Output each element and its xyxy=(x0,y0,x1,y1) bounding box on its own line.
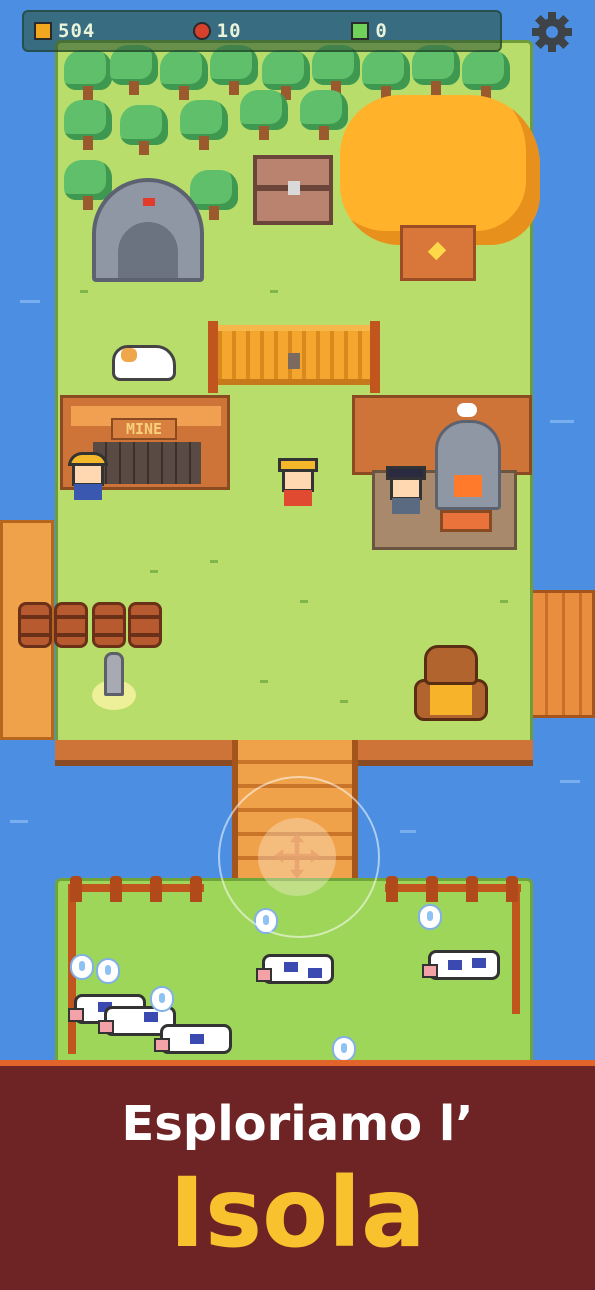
stone-mine-entrance[interactable] xyxy=(92,178,204,282)
tree xyxy=(240,90,288,142)
banner-subtitle: Esploriamo l’ xyxy=(121,1096,474,1152)
apple-value: 10 xyxy=(216,20,242,42)
gold-coin-icon xyxy=(34,22,52,40)
fire-icon xyxy=(454,475,482,497)
golden-tree[interactable] xyxy=(340,95,540,245)
milk-bubble-icon[interactable] xyxy=(70,954,94,980)
cat[interactable] xyxy=(112,345,176,381)
milk-bubble-icon[interactable] xyxy=(96,958,120,984)
lock-icon xyxy=(288,181,300,195)
red-gem-icon xyxy=(143,198,155,206)
tree xyxy=(300,90,348,142)
milk-bubble-icon[interactable] xyxy=(150,986,174,1012)
pickaxe-icon xyxy=(118,222,178,278)
gold-counter: 504 xyxy=(24,20,183,42)
tree xyxy=(180,100,228,152)
gem-counter: 0 xyxy=(341,20,500,42)
tree xyxy=(120,105,168,157)
tree xyxy=(412,45,460,97)
banner-title: Isola xyxy=(169,1157,426,1269)
bear-merchant[interactable] xyxy=(410,645,492,723)
blacksmith-npc[interactable] xyxy=(384,466,428,516)
gem-value: 0 xyxy=(375,20,388,42)
tree xyxy=(64,100,112,152)
barrel[interactable] xyxy=(128,602,162,648)
tree xyxy=(160,50,208,102)
miner-npc[interactable] xyxy=(66,452,110,502)
barrel[interactable] xyxy=(18,602,52,648)
anvil[interactable] xyxy=(440,510,492,532)
tree xyxy=(110,45,158,97)
cow[interactable] xyxy=(154,1018,232,1060)
key-icon xyxy=(104,652,124,696)
mine-sign: MINE xyxy=(111,418,177,440)
gold-value: 504 xyxy=(58,20,96,42)
apple-counter: 10 xyxy=(183,20,342,42)
furnace[interactable] xyxy=(435,420,501,510)
barrel[interactable] xyxy=(54,602,88,648)
resource-bar: 504 10 0 xyxy=(22,10,502,52)
hero-player[interactable] xyxy=(276,458,320,508)
key-pickup[interactable] xyxy=(92,652,136,712)
cow[interactable] xyxy=(422,944,500,986)
gear-icon[interactable] xyxy=(530,10,574,54)
cow[interactable] xyxy=(256,948,334,990)
treasure-chest[interactable] xyxy=(253,155,333,225)
green-gem-icon xyxy=(351,22,370,40)
right-dock[interactable] xyxy=(528,590,595,718)
tree xyxy=(64,50,112,102)
locked-fence-gate[interactable] xyxy=(208,321,380,393)
smoke xyxy=(457,403,477,417)
lock-icon xyxy=(288,353,300,369)
apple-icon xyxy=(192,22,211,40)
promo-banner: Esploriamo l’ Isola xyxy=(0,1060,595,1290)
barrel[interactable] xyxy=(92,602,126,648)
milk-bubble-icon[interactable] xyxy=(418,904,442,930)
milk-bubble-icon[interactable] xyxy=(332,1036,356,1062)
